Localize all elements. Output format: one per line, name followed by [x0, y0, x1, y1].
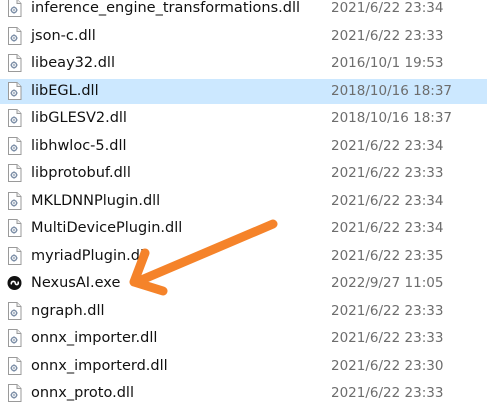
dll-file-icon: [7, 191, 22, 210]
nexusai-app-icon: [7, 274, 22, 292]
file-name: json-c.dll: [31, 27, 96, 44]
file-name: onnx_importer.dll: [31, 330, 158, 346]
file-row[interactable]: libhwloc-5.dll 2021/6/22 23:34: [0, 134, 487, 159]
file-row[interactable]: onnx_proto.dll 2021/6/22 23:33: [0, 381, 487, 406]
file-date-modified: 2021/6/22 23:33: [331, 165, 444, 181]
file-date-modified: 2016/10/1 19:53: [331, 55, 444, 71]
file-date-modified: 2021/6/22 23:34: [331, 0, 444, 16]
file-date-modified: 2021/6/22 23:33: [331, 385, 444, 401]
dll-file-icon: [7, 54, 22, 72]
file-date-modified: 2021/6/22 23:34: [331, 137, 444, 154]
file-row[interactable]: libGLESV2.dll 2018/10/16 18:37: [0, 106, 487, 131]
file-row[interactable]: ngraph.dll 2021/6/22 23:33: [0, 299, 487, 324]
file-date-modified: 2021/6/22 23:34: [331, 220, 444, 236]
file-name: libEGL.dll: [31, 82, 99, 99]
dll-file-icon: [7, 0, 22, 17]
file-date-modified: 2021/6/22 23:33: [331, 27, 444, 44]
dll-file-icon: [7, 329, 22, 347]
file-name: onnx_importerd.dll: [31, 357, 168, 374]
file-row[interactable]: libprotobuf.dll 2021/6/22 23:33: [0, 161, 487, 186]
file-row[interactable]: libEGL.dll 2018/10/16 18:37: [0, 78, 487, 104]
file-name: libGLESV2.dll: [31, 110, 127, 126]
file-row[interactable]: libeay32.dll 2016/10/1 19:53: [0, 51, 487, 76]
file-list: inference_engine_transformations.dll 2021…: [0, 0, 487, 420]
file-name: onnx_proto.dll: [31, 385, 134, 401]
file-row[interactable]: onnx_importer.dll 2021/6/22 23:33: [0, 326, 487, 351]
file-name: MultiDevicePlugin.dll: [31, 220, 183, 236]
dll-file-icon: [7, 164, 22, 182]
file-row[interactable]: NexusAI.exe 2022/9/27 11:05: [0, 271, 487, 296]
dll-file-icon: [7, 384, 22, 402]
file-date-modified: 2022/9/27 11:05: [331, 275, 444, 291]
file-date-modified: 2018/10/16 18:37: [331, 82, 453, 99]
file-name: NexusAI.exe: [31, 275, 121, 291]
dll-file-icon: [7, 81, 22, 100]
file-row[interactable]: MKLDNNPlugin.dll 2021/6/22 23:34: [0, 189, 487, 214]
file-row[interactable]: onnx_importerd.dll 2021/6/22 23:30: [0, 354, 487, 379]
file-row[interactable]: MultiDevicePlugin.dll 2021/6/22 23:34: [0, 216, 487, 241]
file-name: MKLDNNPlugin.dll: [31, 192, 161, 209]
file-date-modified: 2018/10/16 18:37: [331, 110, 453, 126]
file-name: libprotobuf.dll: [31, 165, 131, 181]
file-name: myriadPlugin.dll: [31, 247, 149, 264]
file-date-modified: 2021/6/22 23:33: [331, 302, 444, 319]
file-name: inference_engine_transformations.dll: [31, 0, 301, 16]
file-name: libhwloc-5.dll: [31, 137, 127, 154]
dll-file-icon: [7, 219, 22, 237]
file-date-modified: 2021/6/22 23:33: [331, 330, 444, 346]
file-date-modified: 2021/6/22 23:35: [331, 247, 444, 264]
dll-file-icon: [7, 136, 22, 155]
file-date-modified: 2021/6/22 23:34: [331, 192, 444, 209]
dll-file-icon: [7, 301, 22, 320]
dll-file-icon: [7, 246, 22, 265]
dll-file-icon: [7, 109, 22, 127]
file-name: ngraph.dll: [31, 302, 105, 319]
dll-file-icon: [7, 356, 22, 375]
file-row[interactable]: json-c.dll 2021/6/22 23:33: [0, 24, 487, 49]
file-date-modified: 2021/6/22 23:30: [331, 357, 444, 374]
file-row[interactable]: myriadPlugin.dll 2021/6/22 23:35: [0, 244, 487, 269]
dll-file-icon: [7, 26, 22, 45]
file-row[interactable]: inference_engine_transformations.dll 2021…: [0, 0, 487, 21]
file-name: libeay32.dll: [31, 55, 115, 71]
